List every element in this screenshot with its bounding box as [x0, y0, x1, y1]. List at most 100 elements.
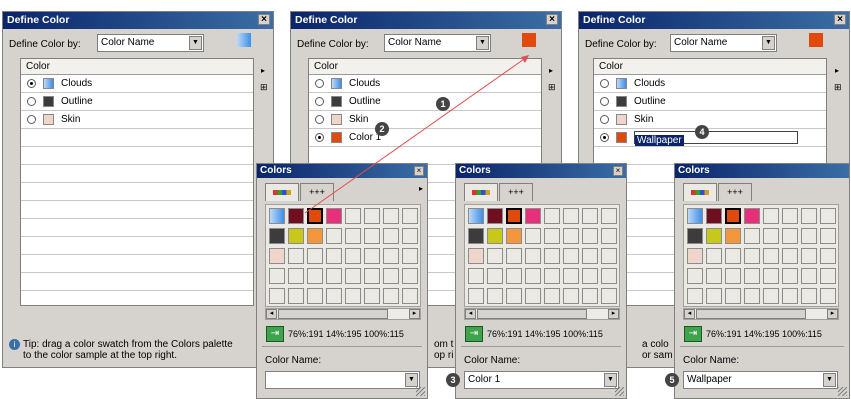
tab-swatches[interactable] [265, 183, 299, 201]
palette-swatch[interactable] [725, 228, 741, 244]
palette-swatch[interactable] [601, 248, 617, 264]
palette-swatch[interactable] [288, 268, 304, 284]
palette-swatch[interactable] [744, 288, 760, 304]
chevron-down-icon[interactable]: ▼ [405, 373, 418, 387]
palette-swatch[interactable] [506, 248, 522, 264]
add-swatch-button[interactable]: ⇥ [684, 326, 702, 342]
chevron-right-icon[interactable]: ▸ [419, 184, 423, 193]
chevron-down-icon[interactable]: ▼ [476, 36, 489, 50]
palette-swatch[interactable] [563, 268, 579, 284]
scroll-right-icon[interactable]: ▸ [608, 309, 619, 319]
horizontal-scrollbar[interactable]: ◂ ▸ [683, 308, 839, 320]
list-item[interactable]: Clouds [21, 75, 253, 93]
palette-swatch[interactable] [687, 228, 703, 244]
palette-swatch[interactable] [544, 288, 560, 304]
list-item[interactable]: Outline [21, 93, 253, 111]
color-name-select[interactable]: ▼ [265, 371, 420, 389]
scroll-left-icon[interactable]: ◂ [684, 309, 695, 319]
define-color-by-select[interactable]: Color Name ▼ [97, 34, 204, 52]
color-name-select[interactable]: Wallpaper ▼ [683, 371, 838, 389]
horizontal-scrollbar[interactable]: ◂ ▸ [464, 308, 620, 320]
chevron-down-icon[interactable]: ▼ [762, 36, 775, 50]
palette-swatch[interactable] [801, 268, 817, 284]
palette-swatch[interactable] [601, 268, 617, 284]
palette-swatch[interactable] [364, 228, 380, 244]
palette-swatch[interactable] [782, 208, 798, 224]
radio-button[interactable] [600, 79, 609, 88]
palette-swatch[interactable] [706, 208, 722, 224]
resize-grip[interactable] [416, 387, 425, 396]
chevron-down-icon[interactable]: ▼ [189, 36, 202, 50]
pin-icon[interactable]: ⊞ [260, 82, 269, 92]
palette-swatch[interactable] [706, 288, 722, 304]
palette-swatch[interactable] [468, 208, 484, 224]
palette-swatch[interactable] [544, 268, 560, 284]
chevron-right-icon[interactable]: ▸ [261, 66, 265, 75]
palette-swatch[interactable] [402, 268, 418, 284]
palette-swatch[interactable] [820, 268, 836, 284]
palette-swatch[interactable] [725, 288, 741, 304]
scroll-right-icon[interactable]: ▸ [409, 309, 420, 319]
palette-swatch[interactable] [468, 228, 484, 244]
palette-swatch[interactable] [801, 208, 817, 224]
palette-swatch[interactable] [725, 268, 741, 284]
tab-swatches[interactable] [683, 183, 717, 201]
palette-swatch[interactable] [544, 208, 560, 224]
palette-swatch[interactable] [744, 208, 760, 224]
palette-swatch[interactable] [782, 268, 798, 284]
palette-swatch[interactable] [345, 268, 361, 284]
palette-swatch[interactable] [364, 268, 380, 284]
palette-swatch[interactable] [506, 288, 522, 304]
radio-button[interactable] [315, 133, 324, 142]
scroll-right-icon[interactable]: ▸ [827, 309, 838, 319]
palette-swatch[interactable] [506, 268, 522, 284]
radio-button[interactable] [600, 115, 609, 124]
scroll-thumb[interactable] [696, 309, 806, 319]
palette-swatch[interactable] [601, 288, 617, 304]
palette-swatch[interactable] [687, 268, 703, 284]
palette-swatch[interactable] [269, 268, 285, 284]
palette-swatch[interactable] [744, 248, 760, 264]
palette-swatch[interactable] [725, 208, 741, 224]
palette-swatch[interactable] [269, 248, 285, 264]
palette-swatch[interactable] [345, 228, 361, 244]
close-icon[interactable]: × [414, 166, 424, 176]
close-button[interactable]: × [546, 14, 558, 25]
palette-swatch[interactable] [364, 208, 380, 224]
color-name-select[interactable]: Color 1 ▼ [464, 371, 619, 389]
palette-swatch[interactable] [506, 208, 522, 224]
close-button[interactable]: × [834, 14, 846, 25]
palette-swatch[interactable] [326, 268, 342, 284]
palette-swatch[interactable] [563, 288, 579, 304]
radio-button[interactable] [600, 97, 609, 106]
palette-swatch[interactable] [601, 228, 617, 244]
palette-swatch[interactable] [288, 248, 304, 264]
palette-swatch[interactable] [525, 228, 541, 244]
palette-swatch[interactable] [820, 208, 836, 224]
list-item[interactable]: Skin [309, 111, 541, 129]
palette-swatch[interactable] [288, 288, 304, 304]
palette-swatch[interactable] [326, 288, 342, 304]
scroll-left-icon[interactable]: ◂ [266, 309, 277, 319]
add-swatch-button[interactable]: ⇥ [465, 326, 483, 342]
tab-mixer[interactable]: +++ [718, 183, 752, 201]
palette-swatch[interactable] [269, 288, 285, 304]
resize-grip[interactable] [615, 387, 624, 396]
palette-swatch[interactable] [383, 208, 399, 224]
palette-swatch[interactable] [744, 268, 760, 284]
palette-swatch[interactable] [782, 248, 798, 264]
list-item[interactable]: Outline [594, 93, 826, 111]
tab-mixer[interactable]: +++ [300, 183, 334, 201]
palette-swatch[interactable] [563, 208, 579, 224]
palette-swatch[interactable] [468, 248, 484, 264]
palette-swatch[interactable] [563, 228, 579, 244]
palette-swatch[interactable] [402, 208, 418, 224]
palette-swatch[interactable] [706, 248, 722, 264]
palette-swatch[interactable] [402, 248, 418, 264]
resize-grip[interactable] [838, 387, 847, 396]
palette-swatch[interactable] [487, 208, 503, 224]
palette-swatch[interactable] [506, 228, 522, 244]
palette-swatch[interactable] [801, 228, 817, 244]
palette-swatch[interactable] [468, 288, 484, 304]
palette-swatch[interactable] [383, 248, 399, 264]
